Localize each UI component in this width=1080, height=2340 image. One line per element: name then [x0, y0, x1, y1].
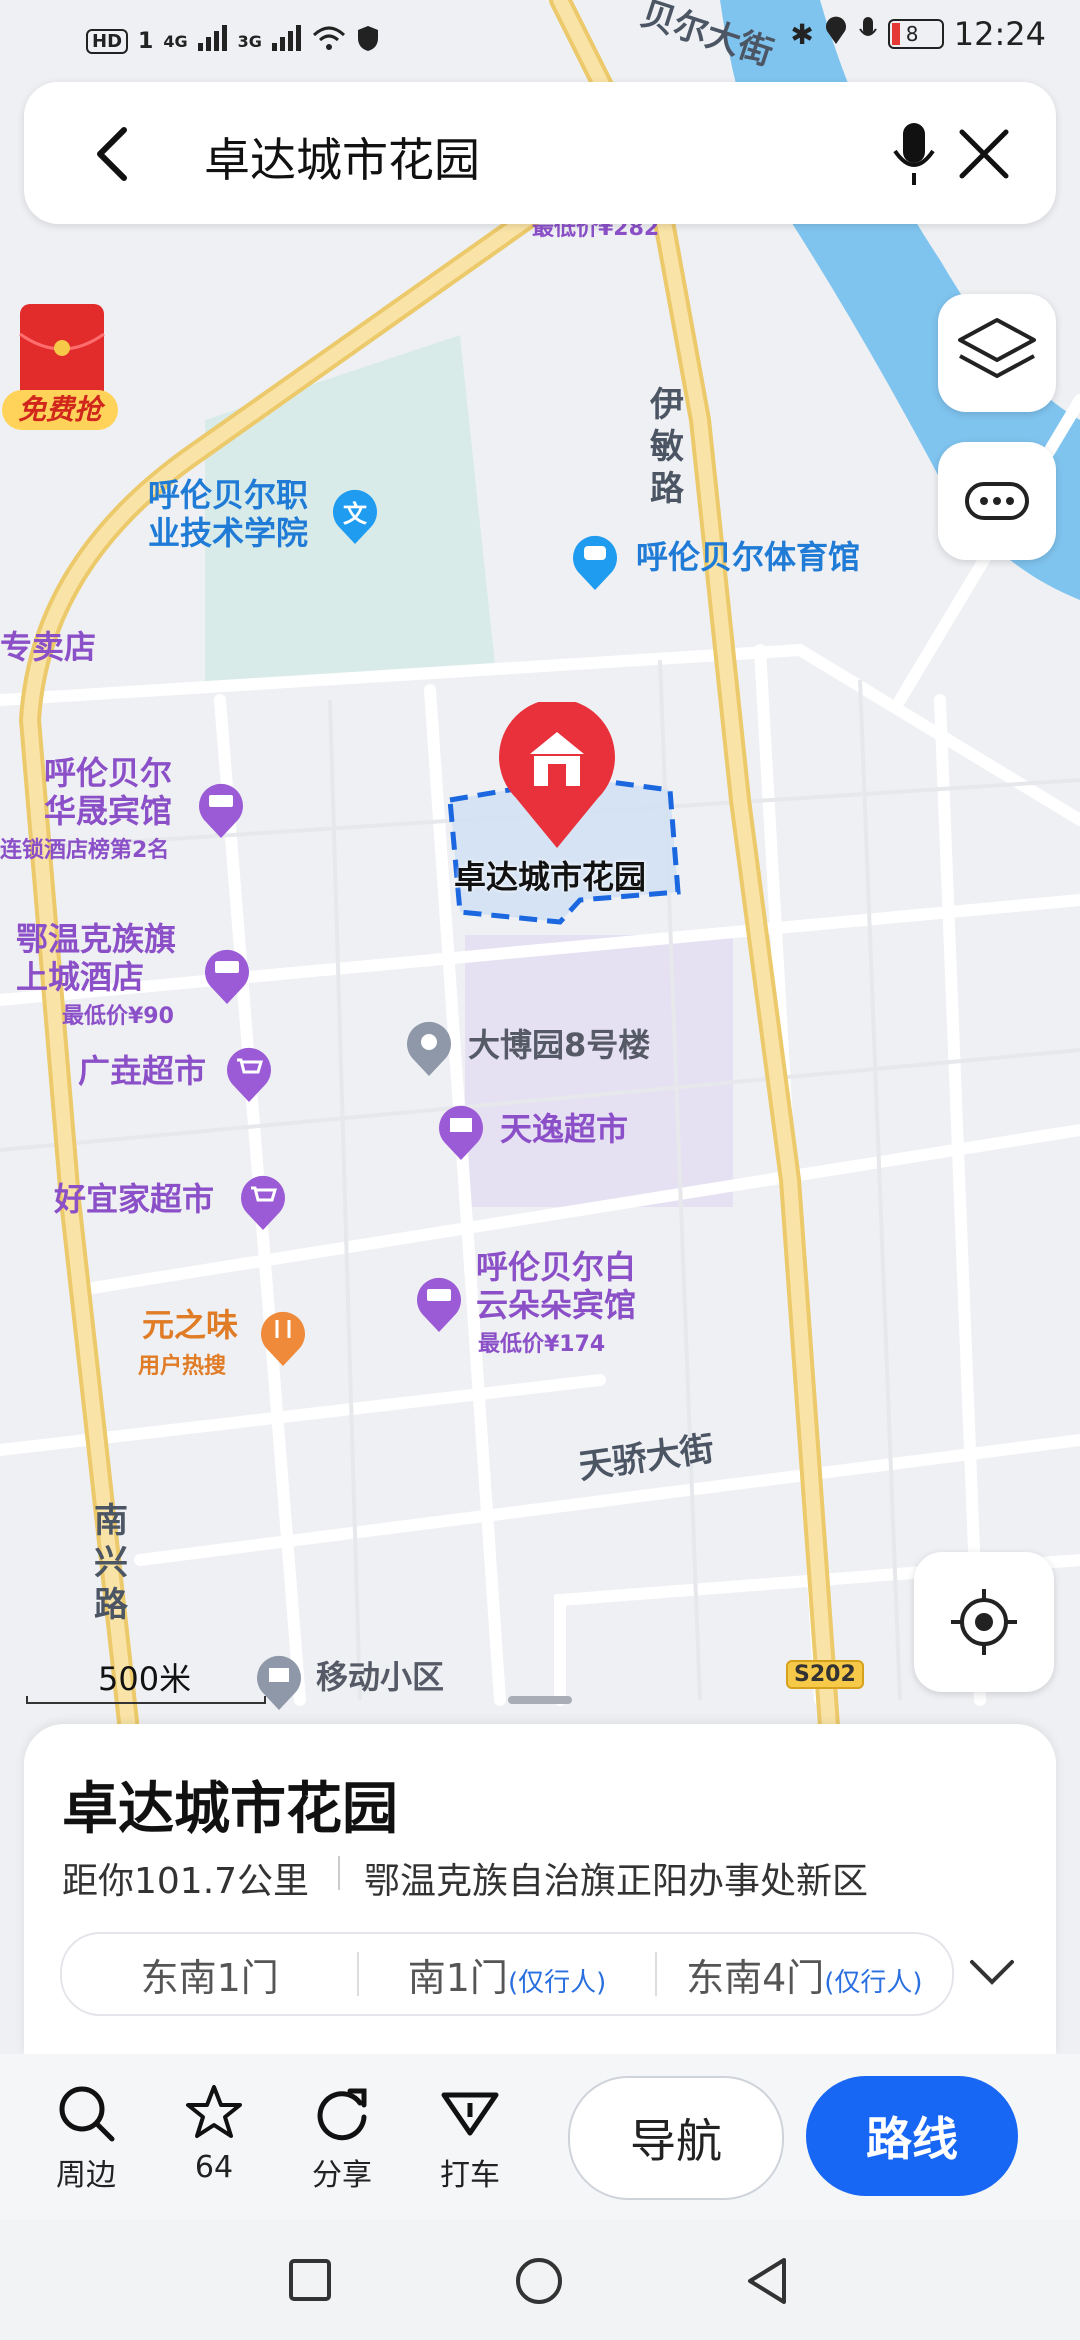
gate-item[interactable]: 东南4门(仅行人): [657, 1947, 952, 2002]
taxi-label: 打车: [440, 2158, 500, 2193]
net2-indicator: 3G: [237, 31, 262, 51]
community-icon: [254, 1650, 304, 1716]
bluetooth-icon: ✱: [790, 17, 814, 51]
promo-red-envelope[interactable]: 免费抢: [0, 304, 122, 434]
back-icon[interactable]: [72, 114, 152, 194]
gate-name: 东南1门: [140, 1955, 279, 2000]
star-icon: [186, 2085, 242, 2138]
poi-hotel3[interactable]: 呼伦贝尔白 云朵朵宾馆: [476, 1248, 636, 1324]
voice-input-icon[interactable]: [874, 114, 954, 194]
more-icon: [965, 482, 1029, 520]
search-query[interactable]: 卓达城市花园: [204, 124, 480, 190]
status-bar: HD 1 4G 3G ✱ 8 12:24: [0, 0, 1080, 80]
recents-icon[interactable]: [288, 2258, 332, 2306]
gate-tag: (仅行人): [507, 1967, 607, 1998]
poi-hotel3-price: 最低价¥174: [478, 1332, 606, 1357]
poi-hotel1-sub: 连锁酒店榜第2名: [0, 838, 170, 863]
locate-me-button[interactable]: [914, 1552, 1054, 1692]
hotel-icon: [414, 1272, 464, 1338]
svg-text:文: 文: [343, 500, 368, 528]
mic-status-icon: [858, 14, 878, 54]
map-view[interactable]: 呼伦贝尔职 业技术学院 文 呼伦贝尔体育馆 专卖店 呼伦贝尔 华晟宾馆 连锁酒店…: [0, 0, 1080, 1751]
layers-icon: [958, 318, 1036, 378]
sheet-drag-handle[interactable]: [508, 1696, 572, 1704]
gate-tag: (仅行人): [824, 1967, 923, 1998]
system-nav-bar: [0, 2220, 1080, 2340]
battery-icon: 8: [887, 19, 944, 49]
battery-level: 8: [905, 22, 919, 46]
home-icon[interactable]: [514, 2256, 564, 2310]
map-scale-label: 500米: [98, 1660, 192, 1698]
favorite-button[interactable]: 64: [164, 2082, 264, 2185]
poi-restaurant-sub: 用户热搜: [138, 1354, 227, 1379]
location-status-icon: [824, 14, 848, 54]
gates-selector[interactable]: 东南1门 南1门(仅行人) 东南4门(仅行人): [60, 1932, 954, 2016]
poi-stadium[interactable]: 呼伦贝尔体育馆: [636, 538, 860, 576]
poi-hotel2[interactable]: 鄂温克族旗 上城酒店: [16, 920, 176, 996]
share-icon: [317, 2088, 367, 2141]
share-button[interactable]: 分享: [292, 2082, 392, 2194]
action-bar: 周边 64 分享 打车 导航 路线: [0, 2054, 1080, 2220]
education-icon: 文: [330, 488, 380, 550]
poi-building[interactable]: 大博园8号楼: [468, 1026, 650, 1064]
poi-shop[interactable]: 专卖店: [0, 628, 96, 666]
hotel-icon: [202, 944, 252, 1010]
street-yimin: 伊 敏 路: [650, 385, 684, 509]
location-pin-icon: [404, 1016, 454, 1082]
taxi-button[interactable]: 打车: [420, 2082, 520, 2194]
poi-college[interactable]: 呼伦贝尔职 业技术学院: [148, 476, 308, 552]
gate-item[interactable]: 南1门(仅行人): [359, 1947, 654, 2002]
nearby-button[interactable]: 周边: [36, 2082, 136, 2194]
wifi-icon: [312, 25, 346, 57]
nearby-label: 周边: [56, 2158, 116, 2193]
stadium-icon: [570, 530, 620, 596]
map-scale-bar: [26, 1696, 266, 1704]
gate-name: 南1门: [407, 1955, 508, 2000]
favorite-count: 64: [194, 2150, 234, 2185]
more-button[interactable]: [938, 442, 1056, 560]
search-icon: [59, 2086, 115, 2142]
promo-label: 免费抢: [2, 390, 118, 430]
hd-indicator: HD: [86, 28, 129, 54]
back-nav-icon[interactable]: [744, 2256, 790, 2310]
signal-icon: [271, 25, 302, 57]
gate-item[interactable]: 东南1门: [62, 1947, 357, 2002]
net1-indicator: 4G: [163, 31, 188, 51]
vpn-shield-icon: [356, 24, 380, 58]
place-detail-card[interactable]: 卓达城市花园 距你101.7公里 鄂温克族自治旗正阳办事处新区 东南1门 南1门…: [24, 1724, 1056, 2054]
clock: 12:24: [953, 15, 1046, 53]
locate-icon: [951, 1589, 1017, 1655]
selected-pin-icon[interactable]: [494, 699, 620, 856]
place-distance: 距你101.7公里: [62, 1861, 310, 1902]
taxi-icon: [441, 2092, 499, 2136]
gate-name: 东南4门: [686, 1955, 825, 2000]
share-label: 分享: [312, 2158, 372, 2193]
poi-market2[interactable]: 好宜家超市: [54, 1180, 214, 1218]
sim1-indicator: 1: [138, 28, 154, 54]
layers-button[interactable]: [938, 294, 1056, 412]
poi-market3[interactable]: 天逸超市: [500, 1110, 628, 1148]
poi-hotel1[interactable]: 呼伦贝尔 华晟宾馆: [44, 754, 172, 830]
hotel-icon: [196, 778, 246, 844]
close-icon[interactable]: [944, 114, 1024, 194]
cart-icon: [224, 1042, 274, 1108]
poi-community[interactable]: 移动小区: [316, 1658, 444, 1696]
place-area: 鄂温克族自治旗正阳办事处新区: [364, 1861, 869, 1902]
divider: [338, 1856, 340, 1890]
cart-icon: [238, 1170, 288, 1236]
search-bar[interactable]: 卓达城市花园: [24, 82, 1056, 224]
navigate-button[interactable]: 导航: [568, 2076, 784, 2200]
selected-place-label[interactable]: 卓达城市花园: [454, 858, 646, 896]
restaurant-icon: [258, 1306, 308, 1372]
place-title: 卓达城市花园: [62, 1777, 398, 1842]
highway-badge: S202: [786, 1660, 864, 1689]
shop-icon: [436, 1100, 486, 1166]
poi-restaurant[interactable]: 元之味: [142, 1306, 238, 1344]
poi-hotel2-price: 最低价¥90: [62, 1004, 174, 1029]
street-nanxing: 南 兴 路: [94, 1501, 128, 1625]
chevron-down-icon[interactable]: [968, 1952, 1016, 1996]
poi-market1[interactable]: 广垚超市: [78, 1052, 206, 1090]
route-button[interactable]: 路线: [806, 2076, 1018, 2196]
signal-icon: [197, 25, 228, 57]
